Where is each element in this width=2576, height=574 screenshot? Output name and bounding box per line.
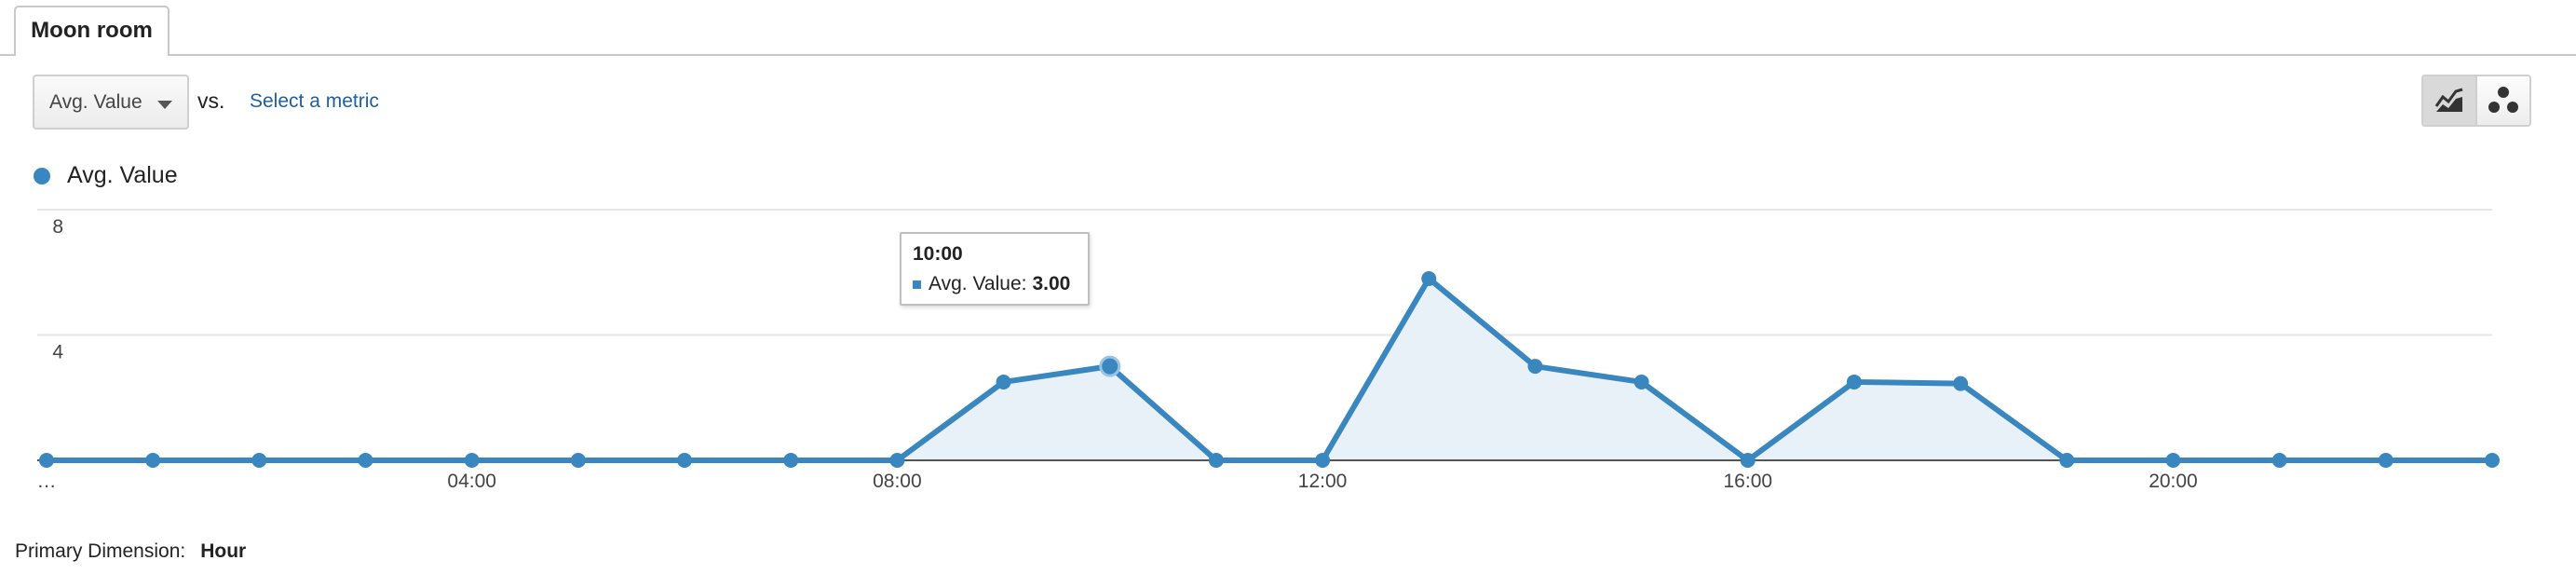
x-tick-label: … <box>37 471 57 492</box>
primary-dimension: Primary Dimension: Hour <box>15 540 246 563</box>
data-point <box>251 453 267 468</box>
tooltip-swatch <box>913 280 921 289</box>
series-area <box>47 278 2492 460</box>
data-point <box>358 453 373 468</box>
legend-swatch <box>34 167 50 184</box>
data-point <box>570 453 586 468</box>
chevron-down-icon <box>157 101 172 109</box>
tooltip-metric-label: Avg. Value: <box>929 273 1027 294</box>
y-tick-label: 8 <box>52 216 63 238</box>
motion-chart-view-button[interactable] <box>2477 76 2529 125</box>
vs-label: vs. <box>197 89 225 113</box>
data-point <box>996 374 1011 390</box>
tab-bar: Moon room <box>0 0 2576 58</box>
data-point <box>1099 355 1121 377</box>
tab-divider <box>0 54 2576 56</box>
data-point <box>1953 376 1969 391</box>
x-tick-label: 08:00 <box>873 471 922 492</box>
x-tick-label: 16:00 <box>1724 471 1773 492</box>
series-line <box>47 275 2492 463</box>
line-chart-view-button[interactable] <box>2423 76 2477 125</box>
data-point <box>1315 453 1331 468</box>
data-point <box>783 453 799 468</box>
data-point <box>1740 453 1756 468</box>
data-point <box>1527 359 1543 375</box>
data-point <box>1846 374 1862 390</box>
x-tick-label: 20:00 <box>2149 471 2198 492</box>
chart-view-toggle <box>2421 75 2531 127</box>
tab-cover <box>16 52 168 58</box>
data-point <box>145 453 161 468</box>
x-tick-label: 04:00 <box>447 471 496 492</box>
tooltip-time: 10:00 <box>913 243 963 265</box>
tab-label: Moon room <box>31 18 153 43</box>
tab-moon-room[interactable]: Moon room <box>14 6 169 54</box>
data-point <box>2165 453 2181 468</box>
metric-select[interactable]: Avg. Value <box>33 75 189 130</box>
chart-legend: Avg. Value <box>34 162 178 189</box>
tooltip-row: Avg. Value: 3.00 <box>913 273 1077 295</box>
legend-label: Avg. Value <box>67 162 178 188</box>
data-point <box>2059 453 2075 468</box>
data-point <box>889 453 905 468</box>
chart-tooltip: 10:00 Avg. Value: 3.00 <box>900 232 1090 306</box>
data-point <box>1208 453 1224 468</box>
bubble-chart-icon <box>2488 87 2518 113</box>
data-point <box>1634 374 1649 390</box>
data-point <box>1421 270 1437 286</box>
data-point <box>2378 453 2393 468</box>
tooltip-value: 3.00 <box>1032 273 1071 294</box>
data-point <box>464 453 480 468</box>
primary-dimension-value[interactable]: Hour <box>200 540 246 563</box>
select-metric-link[interactable]: Select a metric <box>250 90 379 113</box>
data-point <box>39 453 54 468</box>
line-chart: 4 8 … 04:00 08:00 12:00 16:00 20:00 <box>37 209 2500 492</box>
x-tick-label: 12:00 <box>1298 471 1348 492</box>
metric-select-value: Avg. Value <box>49 90 142 113</box>
primary-dimension-label: Primary Dimension: <box>15 540 186 562</box>
y-tick-label: 4 <box>52 342 63 363</box>
data-point <box>2271 453 2287 468</box>
line-chart-icon <box>2434 88 2463 112</box>
data-point <box>677 453 693 468</box>
data-point <box>2485 453 2500 468</box>
